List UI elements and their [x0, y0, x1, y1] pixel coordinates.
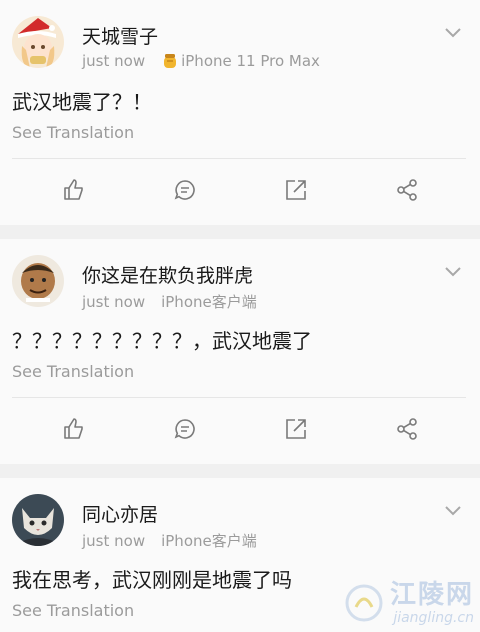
- post-meta: just now iPhone 11 Pro Max: [82, 52, 320, 70]
- honey-jar-icon: [161, 52, 179, 70]
- username[interactable]: 你这是在欺负我胖虎: [82, 261, 253, 288]
- comment-icon: [174, 419, 195, 439]
- post-header: 同心亦居 just now iPhone客户端: [0, 478, 480, 558]
- like-button[interactable]: [60, 176, 88, 204]
- post-header: 你这是在欺负我胖虎 just now iPhone客户端: [0, 239, 480, 319]
- like-button[interactable]: [60, 415, 88, 443]
- comment-button[interactable]: [171, 176, 199, 204]
- watermark-title: 江陵网: [389, 580, 474, 610]
- chevron-down-icon[interactable]: [444, 24, 462, 38]
- watermark-logo-icon: [345, 584, 383, 622]
- post-content: ？？？？？？？？？，武汉地震了: [12, 329, 312, 353]
- post-card: 你这是在欺负我胖虎 just now iPhone客户端 ？？？？？？？？？，武…: [0, 239, 480, 464]
- see-translation-link[interactable]: See Translation: [0, 122, 480, 144]
- post-card: 天城雪子 just now iPhone 11 Pro Max 武汉地震了？！ …: [0, 0, 480, 225]
- avatar[interactable]: [12, 255, 64, 307]
- forward-icon: [396, 418, 417, 440]
- forward-button[interactable]: [393, 176, 421, 204]
- comment-button[interactable]: [171, 415, 199, 443]
- post-header: 天城雪子 just now iPhone 11 Pro Max: [0, 0, 480, 80]
- action-bar: [0, 398, 480, 460]
- see-translation-link[interactable]: See Translation: [0, 361, 480, 383]
- share-button[interactable]: [282, 176, 310, 204]
- watermark-url: jiangling.cn: [393, 610, 474, 626]
- post-content: 武汉地震了？！: [12, 90, 152, 114]
- like-icon: [63, 418, 83, 439]
- forward-icon: [396, 179, 417, 201]
- like-icon: [63, 179, 83, 200]
- action-bar: [0, 159, 480, 221]
- device-name: iPhone 11 Pro Max: [181, 52, 320, 70]
- avatar[interactable]: [12, 16, 64, 68]
- device-name: iPhone客户端: [161, 532, 257, 550]
- post-meta: just now iPhone客户端: [82, 291, 257, 312]
- comment-icon: [174, 180, 195, 200]
- device-name: iPhone客户端: [161, 293, 257, 311]
- timestamp: just now: [82, 531, 146, 550]
- username[interactable]: 天城雪子: [82, 22, 158, 49]
- timestamp: just now: [82, 292, 146, 311]
- username[interactable]: 同心亦居: [82, 500, 158, 527]
- share-icon: [285, 419, 306, 439]
- post-meta: just now iPhone客户端: [82, 530, 257, 551]
- post-feed: 天城雪子 just now iPhone 11 Pro Max 武汉地震了？！ …: [0, 0, 480, 632]
- timestamp: just now: [82, 52, 146, 70]
- forward-button[interactable]: [393, 415, 421, 443]
- chevron-down-icon[interactable]: [444, 502, 462, 516]
- avatar[interactable]: [12, 494, 64, 546]
- chevron-down-icon[interactable]: [444, 263, 462, 277]
- share-icon: [285, 180, 306, 200]
- watermark: 江陵网 jiangling.cn: [344, 580, 474, 626]
- share-button[interactable]: [282, 415, 310, 443]
